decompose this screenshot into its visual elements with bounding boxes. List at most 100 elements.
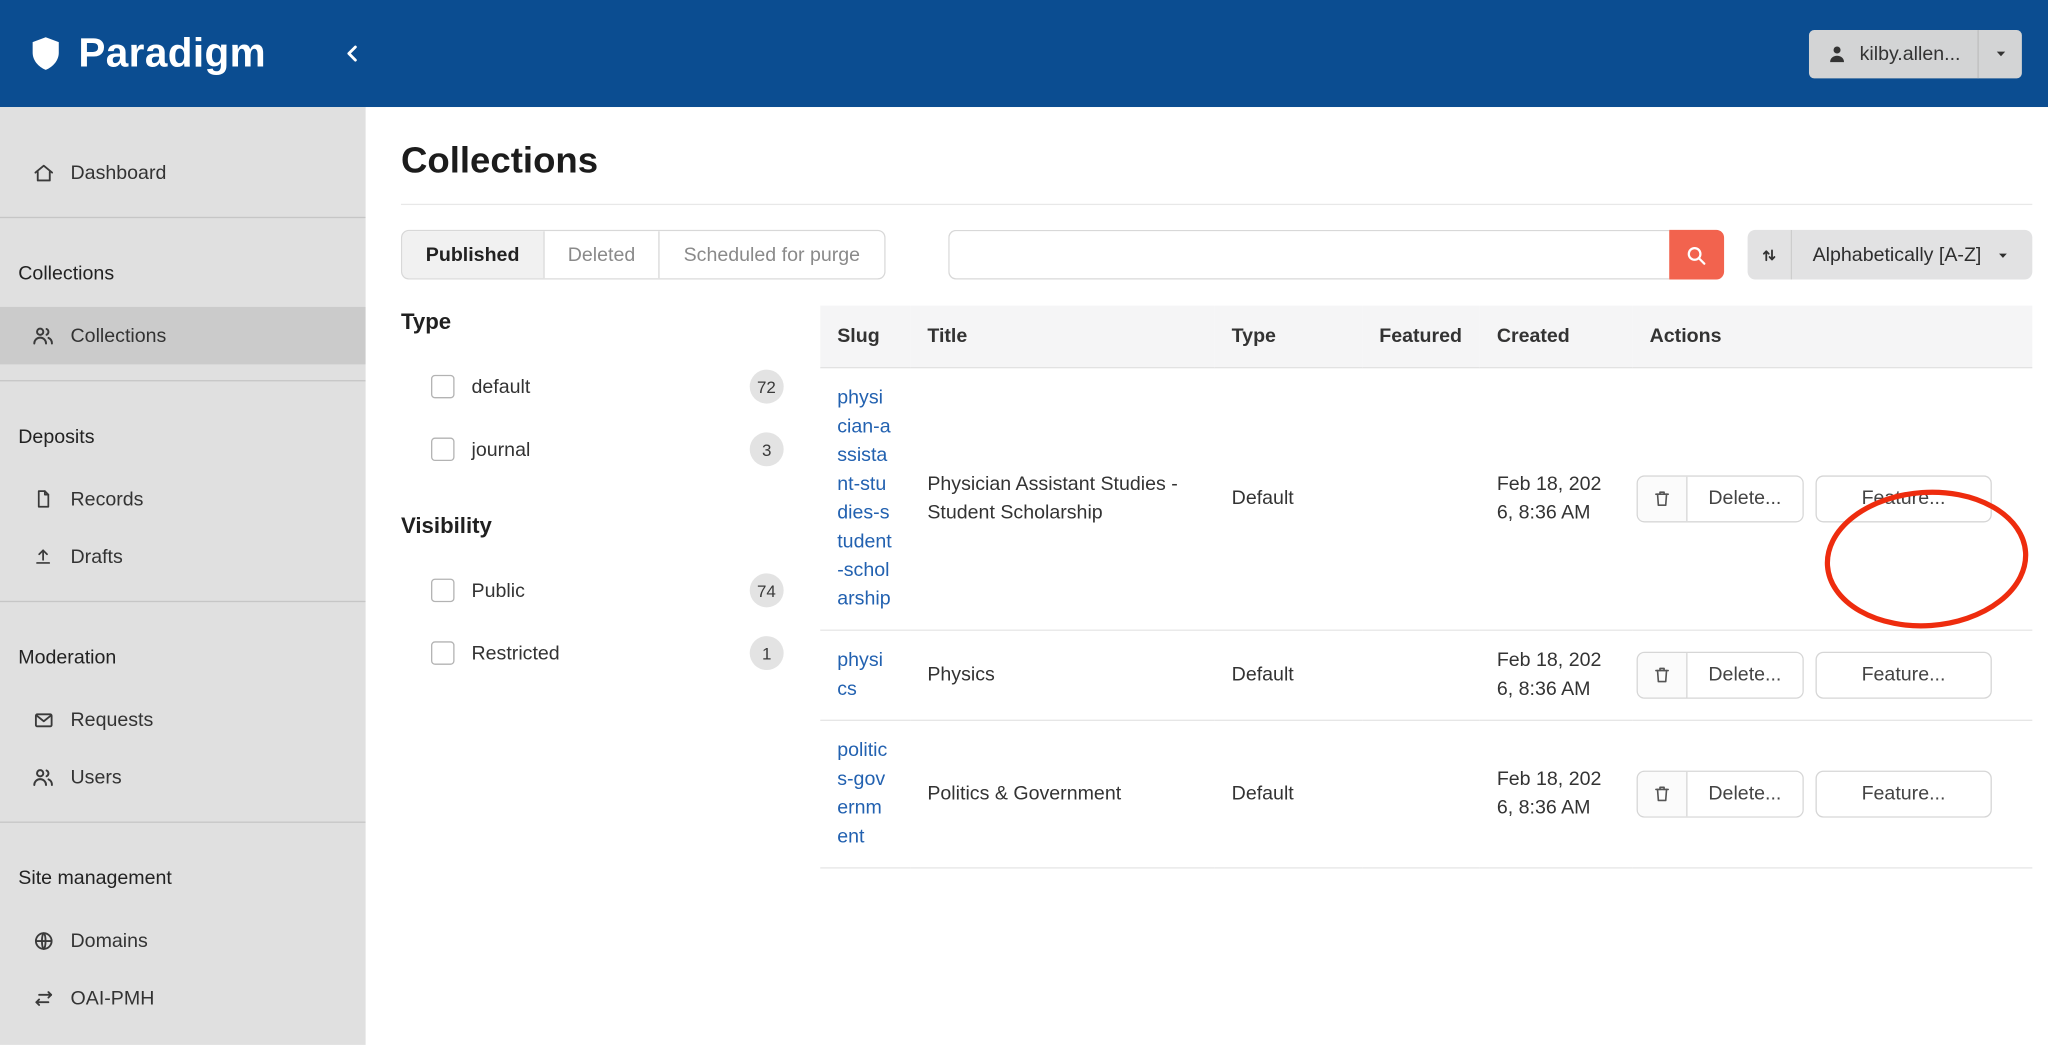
sidebar-item-drafts[interactable]: Drafts [0,528,366,585]
sidebar-item-label: Domains [70,929,148,952]
row-actions: Delete... Feature... [1636,651,2022,699]
search-input[interactable] [947,229,1669,280]
sidebar-item-requests[interactable]: Requests [0,691,366,748]
filter-title-type: Type [400,309,452,335]
search-bar [947,229,1724,280]
delete-button[interactable]: Delete... [1687,476,1803,521]
count-badge: 1 [749,636,784,671]
feature-button[interactable]: Feature... [1815,474,1992,522]
feature-button[interactable]: Feature... [1815,651,1992,699]
filter-options-type: default 72 journal 3 [401,355,784,480]
tab-published[interactable]: Published [402,231,543,279]
filter-option-journal: journal 3 [401,418,784,481]
delete-icon-button[interactable] [1637,476,1688,521]
sidebar-collapse-button[interactable] [339,40,365,66]
sort-arrows-icon [1759,245,1779,265]
sidebar-item-users[interactable]: Users [0,748,366,805]
title-divider [400,203,2033,206]
caret-down-icon [1994,246,2011,263]
chevron-left-icon [339,40,365,66]
row-actions: Delete... Feature... [1636,769,2022,817]
sidebar-section-collections: Collections [18,261,115,285]
brand-name: Paradigm [78,30,267,76]
collection-slug-link[interactable]: physics [837,646,892,703]
filter-option-restricted: Restricted 1 [401,622,784,685]
sidebar-item-collections[interactable]: Collections [0,306,366,365]
users-icon [31,765,55,789]
collection-type: Default [1214,719,1363,868]
collection-slug-link[interactable]: politics-government [837,736,892,851]
content-row: Type default 72 journal 3 Visibility Pub… [400,305,2033,868]
page: Paradigm kilby.allen... Dashboard Collec… [0,0,2048,1045]
main-content: Collections Published Deleted Scheduled … [365,107,2048,1045]
header-title: Title [910,305,1215,368]
sidebar-item-label: Collections [70,324,167,347]
tab-deleted[interactable]: Deleted [542,231,659,279]
sidebar-item-label: Drafts [70,545,123,568]
exchange-arrows-icon [31,987,55,1009]
collection-slug-link[interactable]: physician-assistant-studies-student-scho… [837,383,892,613]
collection-created: Feb 18, 2026, 8:36 AM [1496,472,1602,524]
delete-button-group: Delete... [1636,474,1804,522]
table-row: politics-government Politics & Governmen… [820,719,2033,868]
upload-icon [31,546,55,567]
header-featured: Featured [1362,305,1480,368]
collection-title: Physics [910,629,1215,721]
sidebar-item-dashboard[interactable]: Dashboard [0,144,366,201]
trash-icon [1652,488,1672,508]
count-badge: 3 [749,432,784,467]
sidebar-divider [0,600,366,603]
delete-button[interactable]: Delete... [1687,652,1803,697]
sort-direction-button[interactable] [1747,229,1792,280]
home-icon [31,161,55,183]
sidebar-divider [0,216,366,219]
feature-button[interactable]: Feature... [1815,769,1992,817]
collection-title: Politics & Government [910,719,1215,868]
sidebar-item-records[interactable]: Records [0,470,366,527]
count-badge: 74 [749,573,784,608]
collection-featured [1362,367,1480,631]
sidebar-section-deposits: Deposits [18,425,95,448]
checkbox-restricted[interactable] [431,641,455,665]
search-icon [1685,244,1707,266]
sort-order-dropdown[interactable]: Alphabetically [A-Z] [1791,229,2033,280]
filter-option-label: default [471,375,531,398]
caret-down-icon [1977,29,2021,78]
checkbox-default[interactable] [431,374,455,399]
sidebar-item-label: Dashboard [70,161,167,184]
count-badge: 72 [749,369,784,404]
delete-icon-button[interactable] [1637,771,1688,816]
user-label: kilby.allen... [1859,42,1961,65]
header-type: Type [1214,305,1363,368]
sort-controls: Alphabetically [A-Z] [1747,229,2033,280]
checkbox-journal[interactable] [431,437,455,462]
controls-row: Published Deleted Scheduled for purge Al… [400,229,2033,280]
collection-type: Default [1214,367,1363,631]
tab-scheduled-for-purge[interactable]: Scheduled for purge [658,231,884,279]
sidebar-item-domains[interactable]: Domains [0,912,366,969]
delete-button[interactable]: Delete... [1687,771,1803,816]
delete-icon-button[interactable] [1637,652,1688,697]
status-tab-group: Published Deleted Scheduled for purge [400,229,885,280]
globe-icon [31,929,55,951]
sidebar-divider [0,380,366,382]
filter-option-default: default 72 [401,355,784,418]
checkbox-public[interactable] [431,578,455,603]
filter-options-visibility: Public 74 Restricted 1 [401,559,784,684]
trash-icon [1652,665,1672,685]
trash-icon [1652,784,1672,804]
collection-title: Physician Assistant Studies - Student Sc… [910,367,1215,631]
table-header-row: Slug Title Type Featured Created Actions [820,305,2033,368]
row-actions: Delete... Feature... [1636,474,2022,522]
user-menu-button[interactable]: kilby.allen... [1808,29,2022,78]
users-icon [31,324,55,348]
collection-created: Feb 18, 2026, 8:36 AM [1496,648,1602,700]
delete-button-group: Delete... [1636,651,1804,699]
search-button[interactable] [1668,229,1724,280]
sidebar-item-oai-pmh[interactable]: OAI-PMH [0,969,366,1026]
sidebar-section-moderation: Moderation [18,645,117,669]
collection-featured [1362,629,1480,721]
collection-created: Feb 18, 2026, 8:36 AM [1496,767,1602,819]
filter-option-public: Public 74 [401,559,784,622]
brand-logo[interactable]: Paradigm [26,30,266,77]
